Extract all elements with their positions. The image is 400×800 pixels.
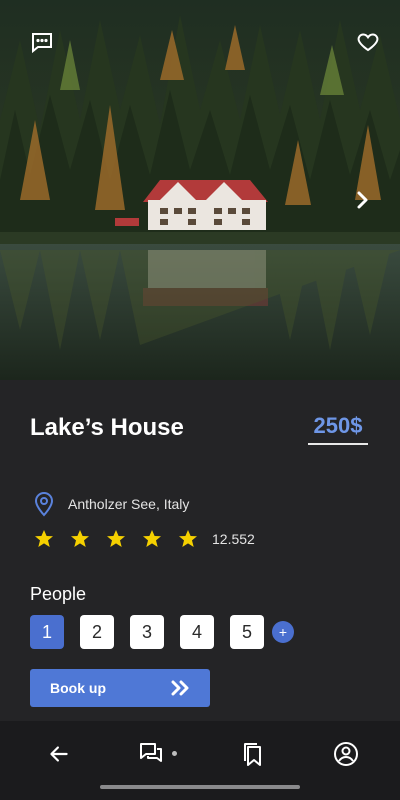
- people-selector: 1 2 3 4 5 +: [30, 615, 294, 649]
- people-option-1[interactable]: 1: [30, 615, 64, 649]
- star-icon: [107, 530, 125, 547]
- hero-image: [0, 0, 400, 380]
- nav-indicator-dot: [172, 751, 177, 756]
- lake-house-photo: [0, 0, 400, 380]
- home-indicator: [100, 785, 300, 789]
- star-icon: [71, 530, 89, 547]
- heart-icon: [357, 33, 379, 52]
- chevron-right-icon: [357, 191, 368, 209]
- listing-details: Lake’s House 250$ Antholzer See, Italy 1…: [0, 380, 400, 721]
- favorite-button[interactable]: [354, 28, 382, 56]
- double-chevron-right-icon: [171, 680, 189, 696]
- arrow-left-icon: [50, 746, 68, 762]
- book-button-label: Book up: [50, 680, 106, 696]
- star-icon: [35, 530, 53, 547]
- location-pin-icon: [34, 492, 54, 517]
- people-option-2[interactable]: 2: [80, 615, 114, 649]
- location-row: Antholzer See, Italy: [33, 491, 189, 517]
- add-people-button[interactable]: +: [272, 621, 294, 643]
- chat-icon: [32, 33, 52, 54]
- people-label: People: [30, 584, 87, 604]
- star-icon: [143, 530, 161, 547]
- user-icon: [334, 742, 358, 766]
- chat-icon: [140, 743, 162, 762]
- location-text: Antholzer See, Italy: [68, 496, 190, 512]
- nav-bookmarks[interactable]: [238, 739, 268, 769]
- people-option-4[interactable]: 4: [180, 615, 214, 649]
- book-button[interactable]: Book up: [30, 669, 210, 707]
- star-icon: [179, 530, 197, 547]
- listing-price: 250$: [308, 411, 368, 445]
- nav-back[interactable]: [44, 739, 74, 769]
- next-image-button[interactable]: [348, 186, 376, 214]
- people-option-3[interactable]: 3: [130, 615, 164, 649]
- bookmark-icon: [244, 743, 261, 766]
- nav-messages[interactable]: [136, 739, 166, 769]
- nav-profile[interactable]: [331, 739, 361, 769]
- bottom-nav: [0, 721, 400, 800]
- listing-title: Lake’s House: [30, 414, 184, 441]
- people-option-5[interactable]: 5: [230, 615, 264, 649]
- rating-count: 12.552: [212, 531, 255, 547]
- chat-button[interactable]: [28, 28, 56, 56]
- rating-row: 12.552: [34, 529, 255, 549]
